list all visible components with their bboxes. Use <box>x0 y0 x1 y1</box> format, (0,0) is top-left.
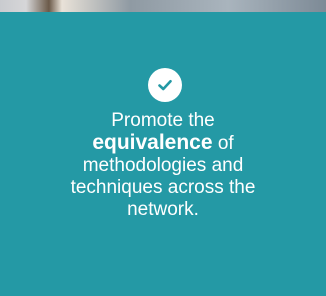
checkmark-icon <box>158 79 172 91</box>
message-line-4: techniques across the <box>70 177 256 198</box>
header-image-strip <box>0 0 326 12</box>
card-message: Promote the equivalence of methodologies… <box>20 110 306 221</box>
check-circle-icon <box>148 68 182 102</box>
message-line-2: equivalence of <box>20 132 306 155</box>
message-line-5: network. <box>127 199 199 220</box>
message-line-1: Promote the <box>111 110 215 131</box>
info-card: Promote the equivalence of methodologies… <box>0 12 326 296</box>
message-emphasis: equivalence <box>92 131 213 154</box>
message-after-emphasis: of <box>212 133 234 154</box>
message-line-3: methodologies and <box>82 155 244 176</box>
